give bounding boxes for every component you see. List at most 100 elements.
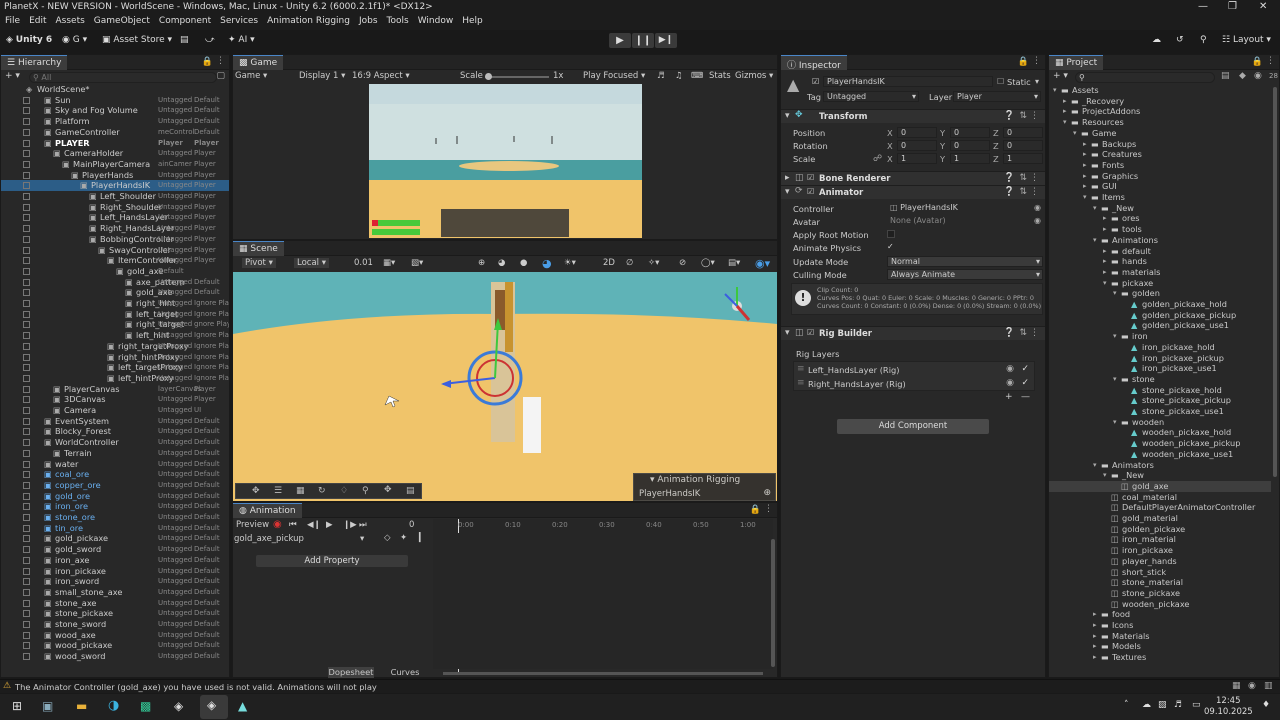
hierarchy-item[interactable]: ▣ copper_ore Untagged Default [1, 480, 229, 491]
scale-slider-handle[interactable] [485, 73, 492, 80]
constrain-proportions-icon[interactable]: ☍ [873, 154, 882, 164]
asset-store-button[interactable]: ▣ Asset Store ▾ [102, 35, 172, 45]
foldout-arrow-icon[interactable]: ▸ [1083, 171, 1087, 182]
hierarchy-item[interactable]: ▣ gold_sword Untagged Default [1, 544, 229, 555]
foldout-arrow-icon[interactable]: ▾ [1093, 235, 1097, 246]
visibility-checkbox[interactable] [23, 193, 30, 200]
frame-tool-icon[interactable]: ▤ [406, 486, 415, 496]
hierarchy-item[interactable]: ▣right_hintProxyUntaggedIgnore Playe [1, 352, 229, 363]
clock-date[interactable]: 09.10.2025 [1204, 707, 1253, 717]
hierarchy-item[interactable]: ▣ Blocky_Forest Untagged Default [1, 426, 229, 437]
object-picker-icon[interactable]: ◉ [1006, 378, 1014, 388]
project-item[interactable]: ▸ ▬ Graphics [1049, 171, 1271, 182]
hierarchy-item[interactable]: ▣ CameraHolder Untagged Player [1, 148, 229, 159]
battery-icon[interactable]: ▭ [1192, 700, 1201, 710]
sphere-icon[interactable]: ● [520, 258, 527, 268]
menu-help[interactable]: Help [457, 15, 487, 26]
project-scrollbar[interactable] [1273, 87, 1277, 477]
foldout-arrow-icon[interactable]: ▸ [1083, 181, 1087, 192]
last-keyframe-button[interactable]: ⏭ [359, 520, 367, 530]
hierarchy-item[interactable]: ▣ gold_axe Untagged Default [1, 287, 229, 298]
2d-toggle-icon[interactable]: 2D [603, 258, 615, 268]
drag-handle-icon[interactable]: ≡ [797, 378, 805, 388]
project-item[interactable]: ▾ ▬ Resources [1049, 117, 1271, 128]
visibility-checkbox[interactable] [23, 107, 30, 115]
volume-icon[interactable]: ♬ [1174, 700, 1182, 710]
clock-time[interactable]: 12:45 [1216, 696, 1241, 706]
add-layer-button[interactable]: + [1005, 392, 1013, 402]
project-item[interactable]: ▾ ▬ pickaxe [1049, 278, 1271, 289]
menu-assets[interactable]: Assets [51, 15, 89, 26]
app-icon-2[interactable]: ▲ [238, 699, 247, 713]
visibility-checkbox[interactable] [23, 642, 30, 650]
project-item[interactable]: ▲ wooden_pickaxe_pickup [1049, 438, 1271, 449]
frame-field[interactable]: 0 [409, 520, 414, 530]
component-menu-icon[interactable]: ⋮ [1030, 187, 1039, 197]
hierarchy-item[interactable]: ▣left_hintProxyUntaggedIgnore Playe [1, 373, 229, 384]
visibility-checkbox[interactable] [23, 471, 30, 479]
ai-button[interactable]: ✦ AI ▾ [228, 35, 255, 45]
dopesheet-tab[interactable]: Dopesheet [328, 667, 374, 678]
project-kebab-icon[interactable]: ⋮ [1266, 56, 1275, 66]
project-item[interactable]: ◫ wooden_pickaxe [1049, 599, 1271, 610]
first-keyframe-button[interactable]: ⏮ [289, 520, 297, 530]
visibility-checkbox[interactable] [23, 300, 30, 307]
object-name-field[interactable]: PlayerHandsIK [823, 76, 993, 87]
hierarchy-item[interactable]: ▣ stone_pickaxe Untagged Default [1, 608, 229, 619]
visibility-checkbox[interactable] [23, 492, 30, 500]
foldout-arrow-icon[interactable]: ▸ [1083, 139, 1087, 150]
hierarchy-item[interactable]: ▣left_hintUntaggedIgnore Playe [1, 330, 229, 341]
tab-project[interactable]: ▦ Project [1049, 55, 1104, 70]
menu-window[interactable]: Window [413, 15, 458, 26]
animation-lock-icon[interactable]: 🔒 [750, 505, 761, 515]
tab-animation[interactable]: ◍ Animation [233, 503, 302, 518]
global-icon[interactable]: ⊕ [478, 258, 485, 268]
history-icon[interactable]: ↺ [1176, 35, 1184, 45]
mute-audio-icon[interactable]: ♬ [657, 71, 665, 81]
ry-field[interactable]: 0 [950, 140, 990, 151]
create-asset-button[interactable]: + ▾ [1053, 71, 1068, 81]
menu-jobs[interactable]: Jobs [354, 15, 382, 26]
rig-tool-icon[interactable]: ☰ [274, 486, 282, 496]
audio-toggle-icon[interactable]: ∅ [626, 258, 633, 268]
visibility-checkbox[interactable] [23, 417, 30, 425]
search-icon[interactable]: ⚲ [1200, 35, 1207, 45]
tab-game[interactable]: ▩ Game [233, 55, 284, 70]
foldout-arrow-icon[interactable]: ▸ [1093, 620, 1097, 631]
bone-renderer-checkbox[interactable]: ☑ [807, 173, 814, 182]
curves-tab[interactable]: Curves [383, 667, 427, 678]
add-event-icon[interactable]: ✦ [400, 533, 407, 543]
inspector-kebab-icon[interactable]: ⋮ [1032, 56, 1041, 66]
project-item[interactable]: ▲ iron_pickaxe_pickup [1049, 353, 1271, 364]
project-item[interactable]: ◫ player_hands [1049, 556, 1271, 567]
foldout-arrow-icon[interactable]: ▸ [1103, 256, 1107, 267]
foldout-arrow-icon[interactable]: ▸ [1103, 224, 1107, 235]
project-item[interactable]: ▲ golden_pickaxe_use1 [1049, 320, 1271, 331]
hierarchy-item[interactable]: ▣ iron_axe Untagged Default [1, 555, 229, 566]
visibility-checkbox[interactable] [23, 225, 30, 233]
visibility-checkbox[interactable] [23, 396, 30, 404]
avatar-field[interactable]: None (Avatar) ◉ [887, 216, 1043, 227]
overlay-item[interactable]: PlayerHandsIK [639, 489, 700, 499]
kebab-menu-icon[interactable]: ⋮ [216, 56, 225, 66]
animator-header[interactable]: ▾ ⟳ ☑ Animator ❔ ⇅ ⋮ [781, 185, 1045, 199]
project-item[interactable]: ▾ ▬ iron [1049, 331, 1271, 342]
hierarchy-item[interactable]: ▣ Sky and Fog Volume Untagged Default [1, 105, 229, 116]
play-button[interactable]: ▶ [609, 33, 631, 48]
preview-button[interactable]: Preview [236, 520, 269, 530]
visibility-checkbox[interactable] [23, 321, 30, 329]
align-tool-icon[interactable]: ✥ [384, 485, 392, 495]
tab-scene[interactable]: ▦ Scene [233, 241, 284, 256]
project-item[interactable]: ▾ ▬ wooden [1049, 417, 1271, 428]
hierarchy-item[interactable]: ▣ gold_axe Default [1, 266, 229, 277]
close-icon[interactable]: ✕ [1259, 1, 1267, 12]
visibility-checkbox[interactable] [23, 407, 30, 414]
audio-icon[interactable]: ♫ [675, 71, 683, 81]
debug-mode-icon[interactable]: ▦ [1232, 681, 1241, 691]
project-item[interactable]: ▸ ▬ Materials [1049, 631, 1271, 642]
progress-icon[interactable]: ◉ [1248, 681, 1256, 691]
animator-checkbox[interactable]: ☑ [807, 187, 814, 196]
visibility-checkbox[interactable] [23, 235, 30, 243]
project-item[interactable]: ▸ ▬ food [1049, 609, 1271, 620]
shading-icon[interactable]: ◕ [498, 258, 505, 268]
